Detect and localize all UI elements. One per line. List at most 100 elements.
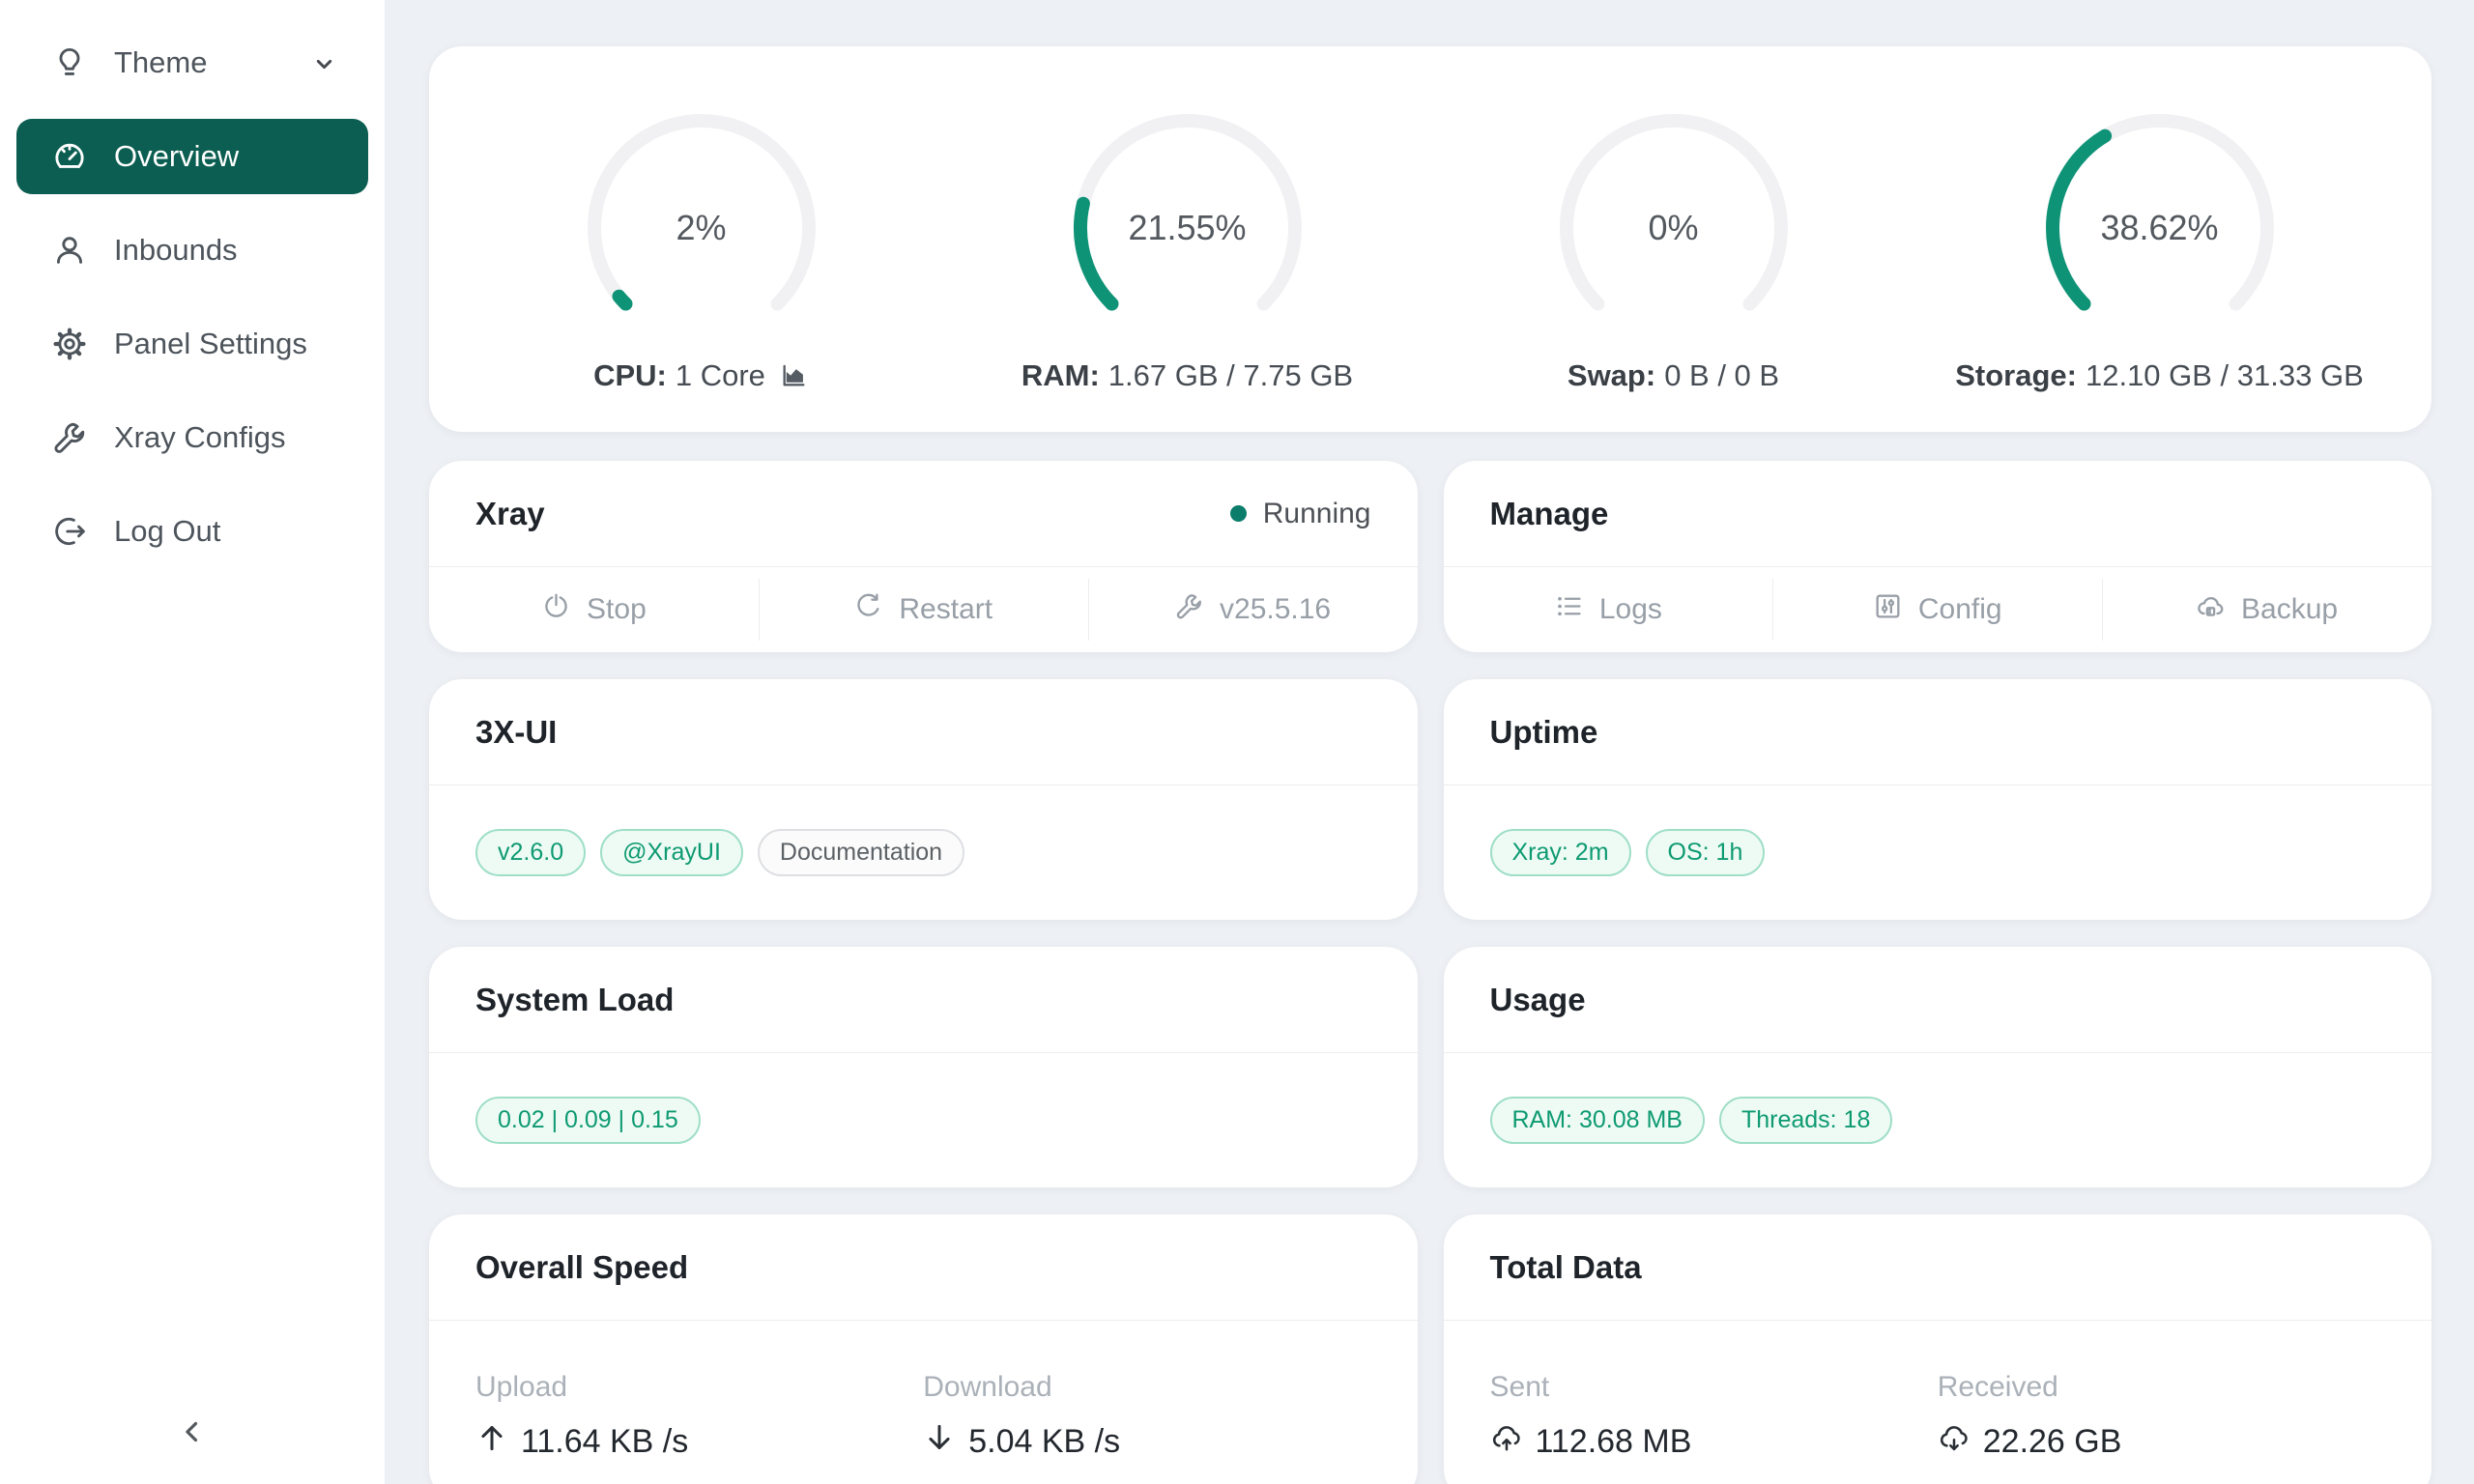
telegram-tag[interactable]: @XrayUI bbox=[600, 829, 743, 876]
swap-gauge: 0% Swap: 0 B / 0 B bbox=[1430, 101, 1916, 393]
logout-icon bbox=[51, 513, 88, 550]
stat-value: 11.64 KB /s bbox=[475, 1421, 923, 1463]
manage-config-button[interactable]: Config bbox=[1772, 567, 2102, 652]
card-title: Manage bbox=[1490, 496, 1609, 532]
threads-tag: Threads: 18 bbox=[1719, 1097, 1892, 1144]
sidebar-item-log-out[interactable]: Log Out bbox=[16, 494, 368, 569]
cloud-download-icon bbox=[1938, 1421, 1971, 1463]
dashboard-icon bbox=[51, 138, 88, 175]
card-body: 0.02 | 0.09 | 0.15 bbox=[429, 1053, 1418, 1187]
gauge-percent: 2% bbox=[575, 101, 828, 355]
documentation-tag[interactable]: Documentation bbox=[758, 829, 964, 876]
usage-card: Usage RAM: 30.08 MB Threads: 18 bbox=[1444, 947, 2432, 1187]
status-dot-icon bbox=[1230, 505, 1247, 522]
sidebar-item-label: Panel Settings bbox=[114, 327, 307, 361]
card-header: Total Data bbox=[1444, 1214, 2432, 1321]
manage-card: Manage Logs Config Backup bbox=[1444, 461, 2432, 652]
card-title: Overall Speed bbox=[475, 1249, 688, 1286]
gauge-label: Swap: 0 B / 0 B bbox=[1568, 358, 1779, 393]
card-body: v2.6.0 @XrayUI Documentation bbox=[429, 785, 1418, 920]
ram-usage-tag: RAM: 30.08 MB bbox=[1490, 1097, 1705, 1144]
bulb-icon bbox=[51, 44, 88, 81]
sidebar-item-theme[interactable]: Theme bbox=[16, 25, 368, 100]
arrow-up-icon bbox=[475, 1421, 508, 1463]
sidebar-item-label: Xray Configs bbox=[114, 420, 285, 455]
stat-label: Received bbox=[1938, 1371, 2385, 1404]
overall-speed-card: Overall Speed Upload 11.64 KB /s Downloa… bbox=[429, 1214, 1418, 1484]
reload-icon bbox=[853, 591, 883, 629]
sidebar-item-label: Log Out bbox=[114, 514, 220, 549]
os-uptime-tag: OS: 1h bbox=[1646, 829, 1766, 876]
card-body: Xray: 2m OS: 1h bbox=[1444, 785, 2432, 920]
stat-value: 5.04 KB /s bbox=[923, 1421, 1370, 1463]
xray-restart-button[interactable]: Restart bbox=[759, 567, 1088, 652]
cpu-gauge: 2% CPU: 1 Core bbox=[458, 101, 944, 393]
card-actions: Logs Config Backup bbox=[1444, 567, 2432, 652]
received-stat: Received 22.26 GB bbox=[1938, 1371, 2385, 1463]
card-title: Xray bbox=[475, 496, 545, 532]
area-chart-icon[interactable] bbox=[779, 360, 809, 390]
system-load-card: System Load 0.02 | 0.09 | 0.15 bbox=[429, 947, 1418, 1187]
sidebar-item-xray-configs[interactable]: Xray Configs bbox=[16, 400, 368, 475]
sent-stat: Sent 112.68 MB bbox=[1490, 1371, 1938, 1463]
user-icon bbox=[51, 232, 88, 269]
sidebar: Theme Overview Inbounds bbox=[0, 0, 385, 1484]
stat-label: Sent bbox=[1490, 1371, 1938, 1404]
arrow-down-icon bbox=[923, 1421, 956, 1463]
card-header: Xray Running bbox=[429, 461, 1418, 567]
xray-stop-button[interactable]: Stop bbox=[429, 567, 759, 652]
wrench-icon bbox=[51, 419, 88, 456]
gear-icon bbox=[51, 326, 88, 362]
card-header: Uptime bbox=[1444, 679, 2432, 785]
load-average-tag: 0.02 | 0.09 | 0.15 bbox=[475, 1097, 701, 1144]
gauge-label: Storage: 12.10 GB / 31.33 GB bbox=[1955, 358, 2364, 393]
sidebar-item-label: Inbounds bbox=[114, 233, 238, 268]
gauge-label: CPU: 1 Core bbox=[593, 358, 809, 393]
card-body: RAM: 30.08 MB Threads: 18 bbox=[1444, 1053, 2432, 1187]
card-body: Upload 11.64 KB /s Download 5.04 KB /s bbox=[429, 1321, 1418, 1484]
total-data-card: Total Data Sent 112.68 MB Received bbox=[1444, 1214, 2432, 1484]
manage-logs-button[interactable]: Logs bbox=[1444, 567, 1773, 652]
gauge-percent: 38.62% bbox=[2033, 101, 2287, 355]
sidebar-item-label: Overview bbox=[114, 139, 239, 174]
xray-card: Xray Running Stop Restart bbox=[429, 461, 1418, 652]
xray-status: Running bbox=[1230, 498, 1371, 530]
card-actions: Stop Restart v25.5.16 bbox=[429, 567, 1418, 652]
control-icon bbox=[1873, 591, 1903, 629]
sidebar-collapse-button[interactable] bbox=[0, 1397, 385, 1470]
storage-gauge: 38.62% Storage: 12.10 GB / 31.33 GB bbox=[1916, 101, 2402, 393]
stat-value: 22.26 GB bbox=[1938, 1421, 2385, 1463]
manage-backup-button[interactable]: Backup bbox=[2102, 567, 2431, 652]
card-header: Usage bbox=[1444, 947, 2432, 1053]
xray-version-button[interactable]: v25.5.16 bbox=[1088, 567, 1418, 652]
card-header: System Load bbox=[429, 947, 1418, 1053]
cards-grid: Xray Running Stop Restart bbox=[429, 461, 2431, 1484]
app-root: Theme Overview Inbounds bbox=[0, 0, 2474, 1484]
power-icon bbox=[541, 591, 571, 629]
stat-label: Upload bbox=[475, 1371, 923, 1404]
ram-gauge: 21.55% RAM: 1.67 GB / 7.75 GB bbox=[944, 101, 1430, 393]
card-header: Overall Speed bbox=[429, 1214, 1418, 1321]
stat-value: 112.68 MB bbox=[1490, 1421, 1938, 1463]
card-title: Total Data bbox=[1490, 1249, 1642, 1286]
card-title: Uptime bbox=[1490, 714, 1598, 751]
sidebar-item-panel-settings[interactable]: Panel Settings bbox=[16, 306, 368, 382]
gauge: 2% bbox=[575, 101, 828, 355]
download-stat: Download 5.04 KB /s bbox=[923, 1371, 1370, 1463]
version-tag[interactable]: v2.6.0 bbox=[475, 829, 586, 876]
list-icon bbox=[1554, 591, 1584, 629]
gauge-label: RAM: 1.67 GB / 7.75 GB bbox=[1021, 358, 1353, 393]
system-stats-card: 2% CPU: 1 Core 21.55% bbox=[429, 46, 2431, 432]
wrench-icon bbox=[1174, 591, 1204, 629]
cloud-server-icon bbox=[2196, 591, 2226, 629]
gauge: 0% bbox=[1547, 101, 1800, 355]
card-body: Sent 112.68 MB Received 22.26 GB bbox=[1444, 1321, 2432, 1484]
sidebar-item-inbounds[interactable]: Inbounds bbox=[16, 213, 368, 288]
main-content: 2% CPU: 1 Core 21.55% bbox=[385, 0, 2474, 1484]
xray-uptime-tag: Xray: 2m bbox=[1490, 829, 1631, 876]
chevron-left-icon bbox=[177, 1416, 208, 1452]
sidebar-item-overview[interactable]: Overview bbox=[16, 119, 368, 194]
card-title: 3X-UI bbox=[475, 714, 557, 751]
card-header: Manage bbox=[1444, 461, 2432, 567]
chevron-down-icon bbox=[311, 50, 337, 76]
